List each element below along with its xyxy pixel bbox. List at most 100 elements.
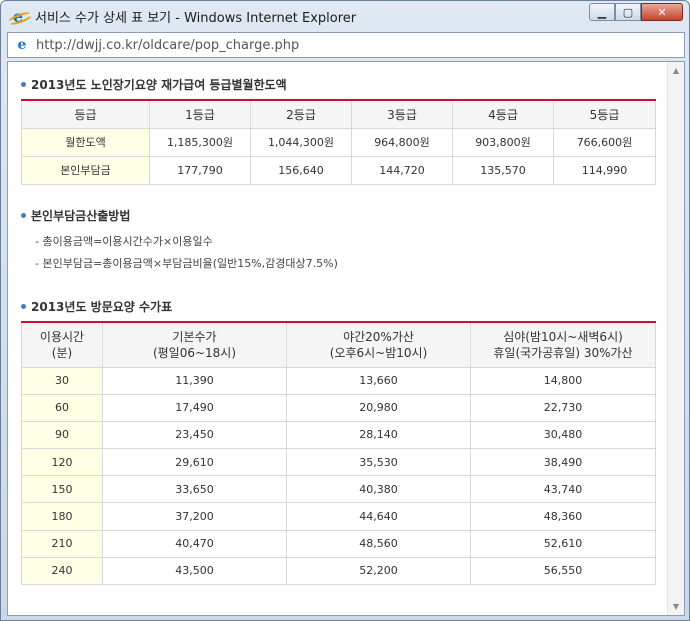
row-label-cell: 본인부담금 bbox=[21, 155, 150, 185]
header-line: (분) bbox=[51, 345, 73, 360]
visit-care-fee-table: 이용시간 (분) 기본수가 (평일06~18시) 야간20%가산 (오후6시~밤10시) 심… bbox=[21, 321, 656, 586]
monthly-limit-table: 등급 1등급 2등급 3등급 4등급 5등급 월한도액 1,185,300원 1,044,30… bbox=[21, 99, 656, 185]
section-title-visit-care: 2013년도 방문요양 수가표 bbox=[21, 298, 172, 315]
time-cell: 180 bbox=[21, 502, 103, 531]
table-row: 90 23,450 28,140 30,480 bbox=[21, 420, 656, 450]
table-cell: 1,185,300원 bbox=[149, 127, 251, 157]
table-header-cell: 야간20%가산 (오후6시~밤10시) bbox=[286, 321, 471, 368]
table-cell: 766,600원 bbox=[553, 127, 656, 157]
header-line: 휴일(국가공휴일) 30%가산 bbox=[493, 345, 633, 360]
fee-cell: 40,380 bbox=[286, 475, 471, 504]
fee-cell: 40,470 bbox=[102, 529, 287, 558]
address-url[interactable]: http://dwjj.co.kr/oldcare/pop_charge.php bbox=[36, 38, 299, 53]
header-line: 야간20%가산 bbox=[343, 329, 414, 344]
fee-cell: 43,500 bbox=[102, 556, 287, 586]
ie-logo-icon: e bbox=[9, 7, 27, 26]
title-bar: e 서비스 수가 상세 표 보기 - Windows Internet Expl… bbox=[1, 1, 689, 31]
fee-cell: 22,730 bbox=[470, 393, 656, 422]
calc-method-line-2: - 본인부담금=총이용금액×부담금비율(일반15%,감경대상7.5%) bbox=[35, 257, 338, 270]
calc-method-line-1: - 총이용금액=이용시간수가×이용일수 bbox=[35, 235, 213, 248]
header-line: (오후6시~밤10시) bbox=[329, 345, 428, 360]
table-header-cell: 2등급 bbox=[250, 99, 352, 129]
table-row: 월한도액 1,185,300원 1,044,300원 964,800원 903,800원… bbox=[21, 127, 656, 157]
table-header-cell: 이용시간 (분) bbox=[21, 321, 103, 368]
section-title-text: 2013년도 노인장기요양 재가급여 등급별월한도액 bbox=[31, 78, 287, 92]
header-line: 심야(밤10시~새벽6시) bbox=[503, 329, 623, 344]
scroll-down-arrow-icon[interactable]: ▼ bbox=[668, 598, 684, 615]
fee-cell: 13,660 bbox=[286, 366, 471, 395]
fee-cell: 23,450 bbox=[102, 420, 287, 450]
bullet-icon bbox=[21, 304, 26, 309]
fee-cell: 43,740 bbox=[470, 475, 656, 504]
fee-cell: 37,200 bbox=[102, 502, 287, 531]
bullet-icon bbox=[21, 82, 26, 87]
table-cell: 156,640 bbox=[250, 155, 352, 185]
bullet-icon bbox=[21, 213, 26, 218]
time-cell: 210 bbox=[21, 529, 103, 558]
fee-cell: 52,200 bbox=[286, 556, 471, 586]
table-cell: 144,720 bbox=[351, 155, 453, 185]
table-header-cell: 기본수가 (평일06~18시) bbox=[102, 321, 287, 368]
fee-cell: 56,550 bbox=[470, 556, 656, 586]
table-cell: 1,044,300원 bbox=[250, 127, 352, 157]
fee-cell: 14,800 bbox=[470, 366, 656, 395]
table-cell: 135,570 bbox=[452, 155, 554, 185]
fee-cell: 29,610 bbox=[102, 448, 287, 477]
table-cell: 177,790 bbox=[149, 155, 251, 185]
fee-cell: 48,560 bbox=[286, 529, 471, 558]
fee-cell: 44,640 bbox=[286, 502, 471, 531]
fee-cell: 33,650 bbox=[102, 475, 287, 504]
row-label-cell: 월한도액 bbox=[21, 127, 150, 157]
fee-cell: 11,390 bbox=[102, 366, 287, 395]
fee-cell: 38,490 bbox=[470, 448, 656, 477]
vertical-scrollbar[interactable]: ▲ ▼ bbox=[667, 62, 684, 615]
header-line: 이용시간 bbox=[39, 329, 85, 344]
table-row: 180 37,200 44,640 48,360 bbox=[21, 502, 656, 531]
fee-cell: 20,980 bbox=[286, 393, 471, 422]
close-button[interactable]: ✕ bbox=[641, 3, 683, 21]
scroll-up-arrow-icon[interactable]: ▲ bbox=[668, 62, 684, 79]
table-header-cell: 3등급 bbox=[351, 99, 453, 129]
header-line: 기본수가 bbox=[172, 329, 217, 344]
table-header-cell: 1등급 bbox=[149, 99, 251, 129]
section-title-monthly-limit: 2013년도 노인장기요양 재가급여 등급별월한도액 bbox=[21, 76, 287, 93]
time-cell: 30 bbox=[21, 366, 103, 395]
time-cell: 90 bbox=[21, 420, 103, 450]
table-header-cell: 4등급 bbox=[452, 99, 554, 129]
fee-cell: 48,360 bbox=[470, 502, 656, 531]
table-header-cell: 심야(밤10시~새벽6시) 휴일(국가공휴일) 30%가산 bbox=[470, 321, 656, 368]
window-title: 서비스 수가 상세 표 보기 - Windows Internet Explor… bbox=[35, 10, 357, 26]
section-title-calc-method: 본인부담금산출방법 bbox=[21, 207, 130, 224]
fee-cell: 30,480 bbox=[470, 420, 656, 450]
time-cell: 150 bbox=[21, 475, 103, 504]
address-bar[interactable]: e http://dwjj.co.kr/oldcare/pop_charge.p… bbox=[7, 32, 685, 58]
page-viewport: 2013년도 노인장기요양 재가급여 등급별월한도액 등급 1등급 2등급 3등급 4등… bbox=[7, 61, 685, 616]
table-row: 240 43,500 52,200 56,550 bbox=[21, 556, 656, 586]
browser-window: e 서비스 수가 상세 표 보기 - Windows Internet Expl… bbox=[0, 0, 690, 621]
fee-cell: 28,140 bbox=[286, 420, 471, 450]
table-row: 30 11,390 13,660 14,800 bbox=[21, 366, 656, 395]
section-title-text: 2013년도 방문요양 수가표 bbox=[31, 300, 173, 314]
table-header-cell: 등급 bbox=[21, 99, 150, 129]
fee-cell: 52,610 bbox=[470, 529, 656, 558]
window-controls: ▁ ▢ ✕ bbox=[589, 3, 683, 21]
table-row: 60 17,490 20,980 22,730 bbox=[21, 393, 656, 422]
table-header-cell: 5등급 bbox=[553, 99, 656, 129]
page-favicon-icon: e bbox=[17, 37, 27, 53]
minimize-button[interactable]: ▁ bbox=[589, 3, 615, 21]
table-cell: 114,990 bbox=[553, 155, 656, 185]
table-cell: 903,800원 bbox=[452, 127, 554, 157]
fee-cell: 17,490 bbox=[102, 393, 287, 422]
table-row: 본인부담금 177,790 156,640 144,720 135,570 114,990 bbox=[21, 155, 656, 185]
table-row: 120 29,610 35,530 38,490 bbox=[21, 448, 656, 477]
time-cell: 240 bbox=[21, 556, 103, 586]
table-row: 150 33,650 40,380 43,740 bbox=[21, 475, 656, 504]
table-cell: 964,800원 bbox=[351, 127, 453, 157]
section-title-text: 본인부담금산출방법 bbox=[31, 209, 131, 223]
fee-cell: 35,530 bbox=[286, 448, 471, 477]
header-line: (평일06~18시) bbox=[152, 345, 237, 360]
table-row: 210 40,470 48,560 52,610 bbox=[21, 529, 656, 558]
time-cell: 60 bbox=[21, 393, 103, 422]
maximize-button[interactable]: ▢ bbox=[615, 3, 641, 21]
time-cell: 120 bbox=[21, 448, 103, 477]
